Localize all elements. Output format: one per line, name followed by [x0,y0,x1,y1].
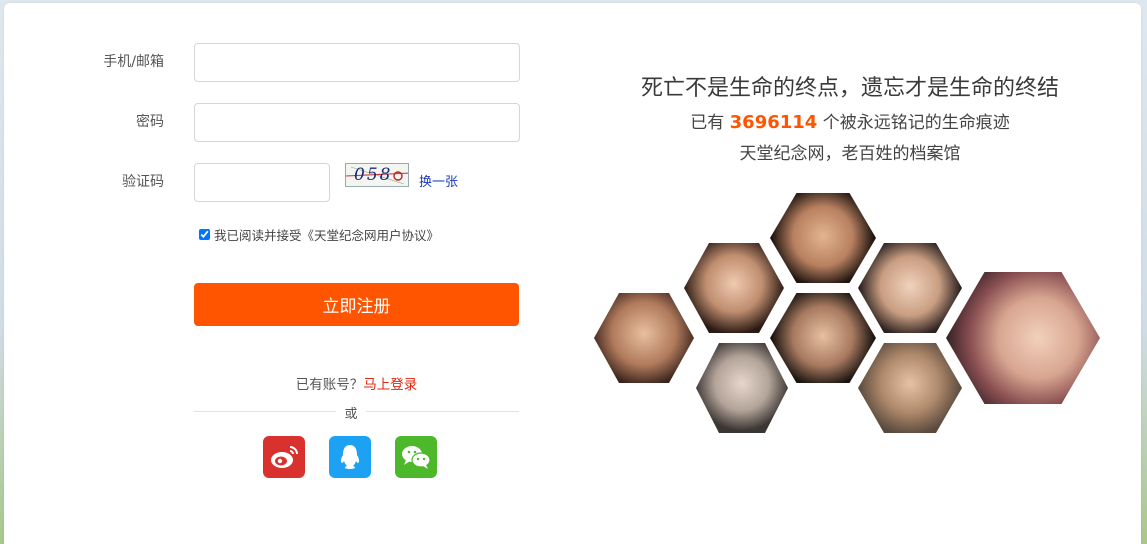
login-link[interactable]: 马上登录 [363,377,417,393]
weibo-login-button[interactable] [263,436,305,478]
agree-terms[interactable]: 我已阅读并接受《天堂纪念网用户协议》 [199,225,439,244]
password-label: 密码 [136,114,164,130]
captcha-image[interactable]: 058 [345,163,409,187]
promo-tagline: 天堂纪念网，老百姓的档案馆 [739,144,961,164]
password-input[interactable] [194,103,520,142]
promo-headline: 死亡不是生命的终点，遗忘才是生命的终结 [640,76,1059,101]
or-text: 或 [336,403,366,422]
agree-checkbox[interactable] [199,229,210,240]
register-button[interactable]: 立即注册 [194,283,519,326]
phone-email-input[interactable] [194,43,520,82]
agree-text: 我已阅读并接受《天堂纪念网用户协议》 [214,228,440,243]
refresh-captcha-link[interactable]: 换一张 [419,171,458,190]
qq-penguin-icon [340,445,360,469]
phone-email-label: 手机/邮箱 [103,54,164,70]
have-account-row: 已有账号？马上登录 [194,373,519,393]
captcha-text: 058 [354,165,393,185]
count-prefix: 已有 [690,113,725,133]
captcha-label: 验证码 [122,174,164,190]
captcha-input[interactable] [194,163,330,202]
weibo-icon [271,446,298,468]
qq-login-button[interactable] [329,436,371,478]
promo-count-line: 已有 3696114 个被永远铭记的生命痕迹 [560,108,1140,133]
wechat-icon [402,446,431,469]
wechat-login-button[interactable] [395,436,437,478]
count-suffix: 个被永远铭记的生命痕迹 [822,113,1010,133]
memorial-count: 3696114 [729,112,818,133]
have-account-text: 已有账号？ [295,377,364,393]
